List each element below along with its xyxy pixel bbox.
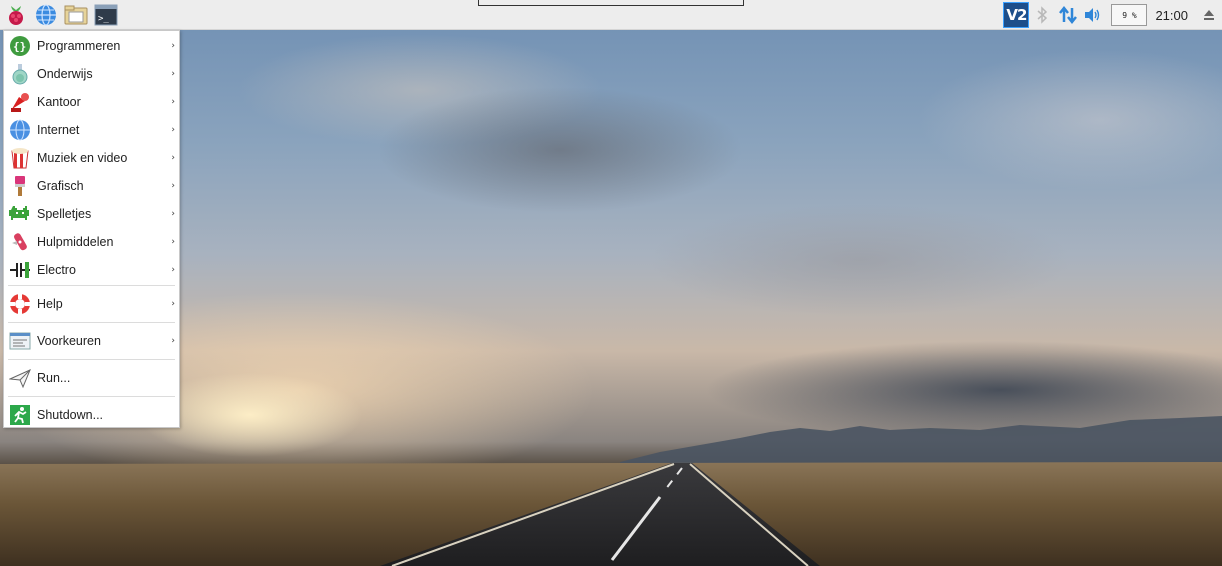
menu-item-label: Programmeren xyxy=(37,39,121,53)
run-icon xyxy=(8,366,32,390)
menu-item-label: Shutdown... xyxy=(37,408,104,422)
menu-item-label: Hulpmiddelen xyxy=(37,235,114,249)
preferences-icon xyxy=(8,329,32,353)
menu-item-programmeren[interactable]: {} Programmeren › xyxy=(4,32,179,60)
shutdown-icon xyxy=(8,403,32,427)
accessories-icon xyxy=(8,230,32,254)
programming-icon: {} xyxy=(8,34,32,58)
submenu-arrow-icon: › xyxy=(171,125,175,135)
cpu-monitor[interactable]: 9 % xyxy=(1111,4,1148,26)
eject-icon xyxy=(1204,10,1214,20)
menu-item-run[interactable]: Run... xyxy=(4,361,179,395)
submenu-arrow-icon: › xyxy=(171,209,175,219)
folder-icon xyxy=(64,5,88,25)
submenu-arrow-icon: › xyxy=(171,181,175,191)
application-menu: {} Programmeren › Onderwijs › Kantoor › … xyxy=(3,30,180,428)
menu-item-label: Grafisch xyxy=(37,179,84,193)
menu-item-label: Muziek en video xyxy=(37,151,128,165)
wallpaper-landscape xyxy=(0,416,1222,566)
menu-item-help[interactable]: Help › xyxy=(4,287,179,321)
menu-item-label: Electro xyxy=(37,263,76,277)
submenu-arrow-icon: › xyxy=(171,97,175,107)
taskbar-window-area[interactable] xyxy=(478,0,744,6)
submenu-arrow-icon: › xyxy=(171,41,175,51)
desktop-wallpaper[interactable] xyxy=(0,0,1222,566)
network-updown-icon xyxy=(1059,5,1078,25)
electronics-icon xyxy=(8,258,32,282)
system-tray: V2 9 % 21:00 xyxy=(1003,2,1222,28)
menu-separator xyxy=(8,359,175,360)
network-button[interactable] xyxy=(1055,2,1081,28)
games-icon xyxy=(8,202,32,226)
file-manager-button[interactable] xyxy=(64,3,88,27)
office-icon xyxy=(8,90,32,114)
submenu-arrow-icon: › xyxy=(171,69,175,79)
volume-icon xyxy=(1085,8,1100,22)
menu-item-onderwijs[interactable]: Onderwijs › xyxy=(4,60,179,88)
globe-icon xyxy=(36,4,56,26)
menu-separator xyxy=(8,396,175,397)
submenu-arrow-icon: › xyxy=(171,299,175,309)
menu-item-label: Voorkeuren xyxy=(37,334,101,348)
svg-text:{}: {} xyxy=(13,40,26,53)
volume-button[interactable] xyxy=(1081,2,1105,28)
menu-item-spelletjes[interactable]: Spelletjes › xyxy=(4,200,179,228)
menu-item-label: Onderwijs xyxy=(37,67,93,81)
bluetooth-button[interactable] xyxy=(1029,2,1055,28)
launcher-bar: >_ xyxy=(4,3,118,27)
clock[interactable]: 21:00 xyxy=(1155,2,1188,28)
menu-item-label: Run... xyxy=(37,371,71,385)
menu-item-label: Spelletjes xyxy=(37,207,92,221)
terminal-icon: >_ xyxy=(94,4,118,26)
submenu-arrow-icon: › xyxy=(171,153,175,163)
menu-item-voorkeuren[interactable]: Voorkeuren › xyxy=(4,324,179,358)
top-panel: >_ V2 9 % 21:00 xyxy=(0,0,1222,30)
menu-item-grafisch[interactable]: Grafisch › xyxy=(4,172,179,200)
submenu-arrow-icon: › xyxy=(171,265,175,275)
web-browser-button[interactable] xyxy=(34,3,58,27)
raspberry-menu-button[interactable] xyxy=(4,3,28,27)
internet-icon xyxy=(8,118,32,142)
menu-item-label: Internet xyxy=(37,123,80,137)
terminal-button[interactable]: >_ xyxy=(94,3,118,27)
submenu-arrow-icon: › xyxy=(171,237,175,247)
vnc-server-icon[interactable]: V2 xyxy=(1003,2,1030,28)
help-icon xyxy=(8,292,32,316)
eject-button[interactable] xyxy=(1196,2,1222,28)
menu-item-muziek-en-video[interactable]: Muziek en video › xyxy=(4,144,179,172)
menu-item-shutdown[interactable]: Shutdown... xyxy=(4,398,179,432)
menu-item-hulpmiddelen[interactable]: Hulpmiddelen › xyxy=(4,228,179,256)
menu-separator xyxy=(8,285,175,286)
raspberry-icon xyxy=(9,6,23,25)
menu-item-internet[interactable]: Internet › xyxy=(4,116,179,144)
menu-item-electro[interactable]: Electro › xyxy=(4,256,179,284)
svg-text:>_: >_ xyxy=(98,14,109,24)
menu-separator xyxy=(8,322,175,323)
music-video-icon xyxy=(8,146,32,170)
menu-item-kantoor[interactable]: Kantoor › xyxy=(4,88,179,116)
submenu-arrow-icon: › xyxy=(171,336,175,346)
menu-item-label: Kantoor xyxy=(37,95,81,109)
graphics-icon xyxy=(8,174,32,198)
bluetooth-icon xyxy=(1037,6,1048,24)
menu-item-label: Help xyxy=(37,297,63,311)
education-icon xyxy=(8,62,32,86)
